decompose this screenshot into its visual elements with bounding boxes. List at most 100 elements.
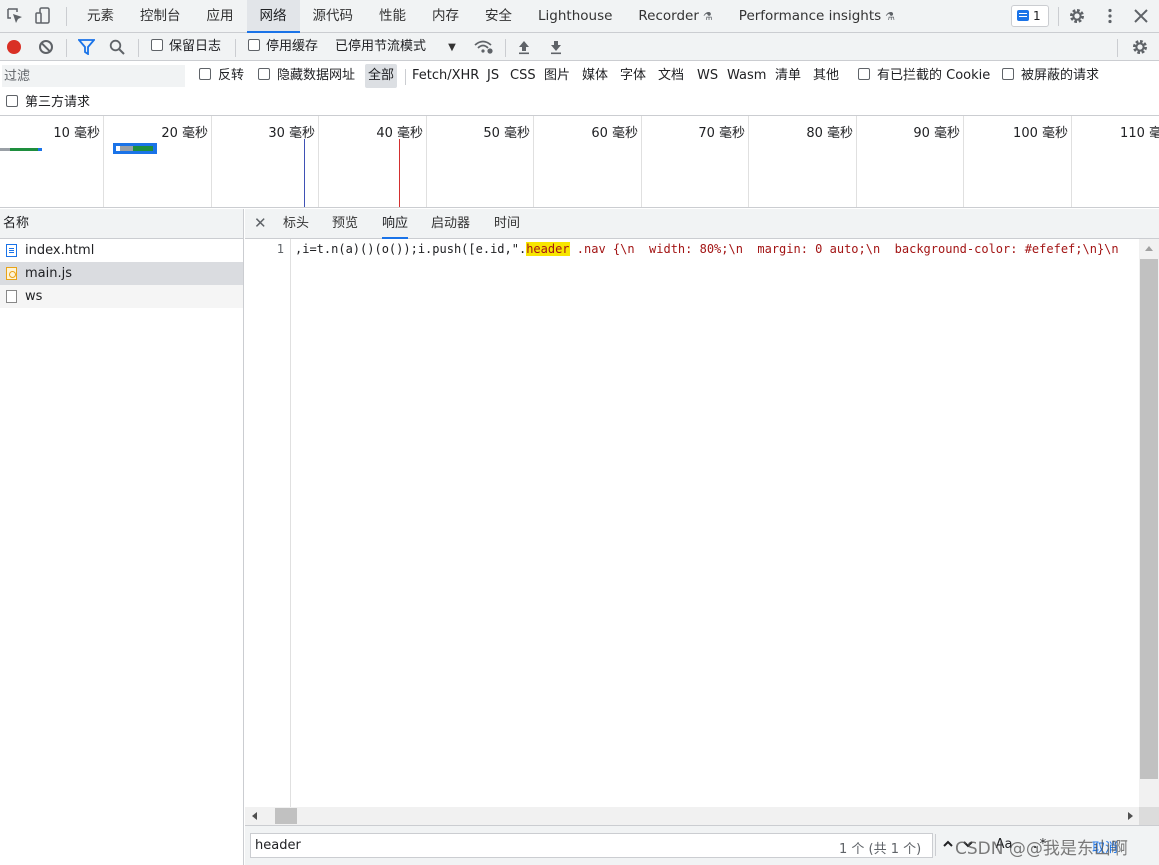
scroll-right-arrow-icon[interactable]: [1128, 812, 1133, 820]
overview-tick-label: 50 毫秒: [483, 126, 530, 141]
script-file-icon: [6, 267, 17, 280]
overview-tick-label: 110 毫秒: [1120, 126, 1159, 141]
overview-tick-label: 90 毫秒: [913, 126, 960, 141]
overview-gridline: [211, 116, 212, 207]
throttling-select[interactable]: 已停用节流模式 ▼: [335, 33, 456, 61]
code-line: ,i=t.n(a)()(o());i.push([e.id,".header .…: [295, 242, 1135, 256]
checkbox-icon: [248, 39, 260, 51]
scroll-thumb[interactable]: [275, 808, 297, 824]
vertical-scrollbar[interactable]: [1139, 239, 1159, 807]
devtools-tab-bar: 元素 控制台 应用 网络 源代码 性能 内存 安全 Lighthouse Recorder ⚗ Per…: [0, 0, 1159, 33]
tab-0[interactable]: 元素: [74, 0, 127, 33]
disable-cache-checkbox[interactable]: 停用缓存: [248, 33, 318, 61]
horizontal-scrollbar[interactable]: [245, 807, 1139, 825]
scroll-thumb[interactable]: [1140, 259, 1158, 779]
blocked-cookies-checkbox[interactable]: 有已拦截的 Cookie: [858, 64, 990, 88]
overview-tick-label: 80 毫秒: [806, 126, 853, 141]
type-filter-7[interactable]: 文档: [655, 64, 687, 88]
device-toolbar-icon[interactable]: [35, 7, 53, 25]
overview-tick-label: 70 毫秒: [698, 126, 745, 141]
network-settings-gear-icon[interactable]: [1131, 38, 1149, 56]
tab-10[interactable]: Performance insights ⚗: [726, 0, 908, 33]
overview-tick-label: 10 毫秒: [53, 126, 100, 141]
code-string: .nav {\n width: 80%;\n margin: 0 auto;\n…: [569, 242, 1119, 256]
type-filter-11[interactable]: 其他: [810, 64, 842, 88]
type-filter-4[interactable]: 图片: [541, 64, 573, 88]
checkbox-icon: [858, 68, 870, 80]
line-gutter: 1: [245, 239, 291, 807]
detail-tab-2[interactable]: 响应: [382, 209, 409, 239]
clear-icon[interactable]: [39, 40, 53, 54]
filter-input[interactable]: [2, 65, 185, 87]
overview-gridline: [748, 116, 749, 207]
response-viewer[interactable]: 1 ,i=t.n(a)()(o());i.push([e.id,".header…: [245, 239, 1159, 807]
tab-1[interactable]: 控制台: [127, 0, 194, 33]
overview-bar: [10, 148, 38, 151]
network-conditions-icon[interactable]: [474, 39, 494, 55]
blocked-requests-checkbox[interactable]: 被屏蔽的请求: [1002, 64, 1099, 88]
close-detail-icon[interactable]: ✕: [254, 214, 267, 232]
tab-3[interactable]: 网络: [246, 0, 300, 33]
code-text: ,i=t.n(a)()(o());i.push([e.id,".: [295, 242, 527, 256]
preserve-log-checkbox[interactable]: 保留日志: [151, 33, 221, 61]
scroll-left-arrow-icon[interactable]: [252, 812, 257, 820]
dropdown-arrow-icon: ▼: [448, 42, 456, 53]
main-tabs: 元素 控制台 应用 网络 源代码 性能 内存 安全 Lighthouse Recorder ⚗ Per…: [74, 0, 908, 33]
overview-gridline: [103, 116, 104, 207]
experimental-flask-icon: ⚗: [885, 10, 896, 23]
type-filter-5[interactable]: 媒体: [579, 64, 611, 88]
previous-match-icon[interactable]: [942, 838, 954, 850]
experimental-flask-icon: ⚗: [702, 10, 713, 23]
type-filter-0[interactable]: 全部: [365, 64, 398, 88]
overview-bar: [38, 148, 42, 151]
inspect-element-icon[interactable]: [6, 7, 24, 25]
detail-tab-0[interactable]: 标头: [283, 209, 309, 239]
type-filter-3[interactable]: CSS: [507, 64, 539, 88]
line-number: 1: [276, 242, 284, 256]
request-row[interactable]: main.js: [0, 262, 243, 285]
search-icon[interactable]: [109, 39, 126, 55]
match-count: 1 个 (共 1 个): [839, 842, 922, 857]
timeline-overview[interactable]: 10 毫秒 20 毫秒 30 毫秒 40 毫秒 50 毫秒 60 毫秒 70 毫秒 80 毫秒…: [0, 116, 1159, 208]
tab-2[interactable]: 应用: [194, 0, 247, 33]
type-filter-1[interactable]: Fetch/XHR: [409, 64, 482, 88]
overview-gridline: [1071, 116, 1072, 207]
tab-8[interactable]: Lighthouse: [525, 0, 625, 33]
type-filter-2[interactable]: JS: [484, 64, 502, 88]
search-match-highlight: header: [526, 242, 570, 256]
invert-checkbox[interactable]: 反转: [199, 64, 244, 88]
name-column-header[interactable]: 名称: [0, 209, 243, 239]
tab-6[interactable]: 内存: [419, 0, 472, 33]
type-filter-6[interactable]: 字体: [617, 64, 649, 88]
detail-tab-4[interactable]: 时间: [494, 209, 520, 239]
close-devtools-icon[interactable]: [1132, 7, 1150, 25]
tab-7[interactable]: 安全: [472, 0, 525, 33]
checkbox-icon: [199, 68, 211, 80]
settings-gear-icon[interactable]: [1068, 7, 1086, 25]
hide-data-urls-checkbox[interactable]: 隐藏数据网址: [258, 64, 355, 88]
type-filter-9[interactable]: Wasm: [724, 64, 769, 88]
overview-tick-label: 100 毫秒: [1013, 126, 1068, 141]
tab-9[interactable]: Recorder ⚗: [625, 0, 725, 33]
checkbox-icon: [258, 68, 270, 80]
import-har-icon[interactable]: [516, 39, 532, 55]
request-row[interactable]: ws: [0, 285, 243, 308]
tab-5[interactable]: 性能: [366, 0, 419, 33]
type-filter-8[interactable]: WS: [694, 64, 721, 88]
scroll-up-arrow-icon[interactable]: [1145, 246, 1153, 251]
more-options-icon[interactable]: [1101, 7, 1119, 25]
search-input[interactable]: [250, 833, 933, 858]
third-party-checkbox[interactable]: 第三方请求: [6, 91, 90, 115]
type-filter-10[interactable]: 清单: [772, 64, 804, 88]
detail-tab-3[interactable]: 启动器: [431, 209, 470, 239]
issues-counter[interactable]: 1: [1011, 5, 1049, 27]
request-row[interactable]: index.html: [0, 239, 243, 262]
overview-gridline: [533, 116, 534, 207]
filter-funnel-icon[interactable]: [78, 39, 95, 55]
tab-4[interactable]: 源代码: [300, 0, 367, 33]
export-har-icon[interactable]: [548, 39, 564, 55]
detail-tab-1[interactable]: 预览: [332, 209, 358, 239]
filter-bar: 反转 隐藏数据网址 全部 Fetch/XHRJSCSS图片媒体字体文档 WSWasm…: [0, 61, 1159, 116]
record-button[interactable]: [7, 40, 21, 54]
checkbox-icon: [6, 95, 18, 107]
